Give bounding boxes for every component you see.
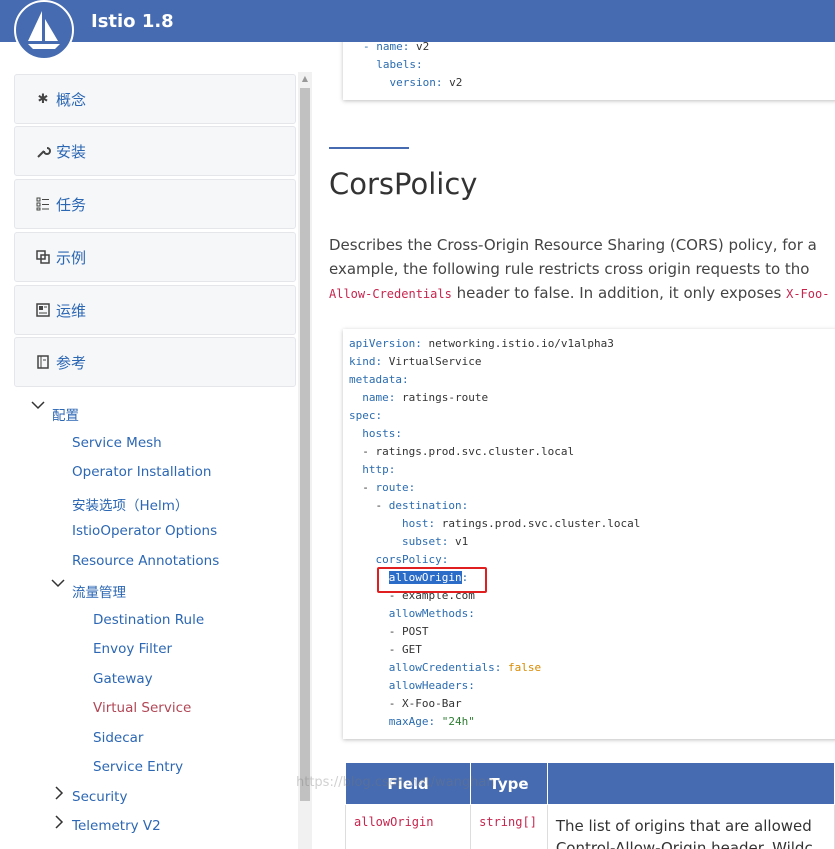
code-line: allowMethods: bbox=[388, 607, 475, 620]
tree-item-destination-rule[interactable]: Destination Rule bbox=[93, 612, 204, 628]
sidebar-item-ops[interactable]: 运维 bbox=[14, 285, 296, 335]
highlight-annotation-box bbox=[377, 567, 487, 593]
top-header: Istio 1.8 bbox=[0, 0, 835, 42]
inline-code: Allow-Credentials bbox=[329, 287, 452, 301]
code-line: maxAge: "24h" bbox=[388, 715, 475, 728]
sidebar-item-label: 安装 bbox=[56, 142, 87, 161]
tree-item-security[interactable]: Security bbox=[72, 789, 127, 805]
description-line-2: example, the following rule restricts cr… bbox=[329, 260, 810, 278]
chevron-down-icon[interactable] bbox=[51, 577, 65, 591]
sidebar-item-examples[interactable]: 示例 bbox=[14, 232, 296, 282]
wrench-icon bbox=[35, 143, 51, 159]
code-line: kind: VirtualService bbox=[349, 355, 482, 368]
sidebar-item-reference[interactable]: 参考 bbox=[14, 337, 296, 387]
code-line: subset: v1 bbox=[401, 535, 469, 548]
sidebar-item-label: 概念 bbox=[56, 90, 87, 109]
dashboard-icon bbox=[35, 302, 51, 318]
code-line: hosts: bbox=[362, 427, 402, 440]
tree-item-gateway[interactable]: Gateway bbox=[93, 671, 153, 687]
tree-item-config[interactable]: 配置 bbox=[52, 404, 79, 424]
code-line: metadata: bbox=[349, 373, 409, 386]
top-code-block[interactable]: - name: v2 labels: version: v2 bbox=[343, 42, 835, 100]
main-content: - name: v2 labels: version: v2 CorsPolic… bbox=[315, 42, 835, 849]
sidebar-item-label: 参考 bbox=[56, 353, 87, 372]
section-title: CorsPolicy bbox=[329, 167, 478, 201]
description-line-3: Allow-Credentials header to false. In ad… bbox=[329, 284, 830, 302]
description-line-1: Describes the Cross-Origin Resource Shar… bbox=[329, 236, 817, 254]
code-line: - GET bbox=[388, 643, 422, 656]
sidebar: ✱ 概念 安装 任务 示例 运维 参考 ▲ 配置 Service Mesh Op… bbox=[0, 42, 315, 849]
sidebar-item-label: 任务 bbox=[56, 195, 87, 214]
tree-item-service-mesh[interactable]: Service Mesh bbox=[72, 435, 162, 451]
sidebar-item-tasks[interactable]: 任务 bbox=[14, 179, 296, 229]
code-line: - X-Foo-Bar bbox=[388, 697, 462, 710]
sidebar-item-setup[interactable]: 安装 bbox=[14, 126, 296, 176]
code-line: host: ratings.prod.svc.cluster.local bbox=[401, 517, 641, 530]
code-line: http: bbox=[362, 463, 396, 476]
tree-item-helm-options[interactable]: 安装选项（Helm） bbox=[72, 494, 188, 514]
code-line: spec: bbox=[349, 409, 383, 422]
site-title[interactable]: Istio 1.8 bbox=[91, 11, 174, 32]
field-name-cell: allowOrigin bbox=[344, 804, 472, 849]
copy-icon bbox=[35, 249, 51, 265]
code-line: allowHeaders: bbox=[388, 679, 475, 692]
field-type-cell: string[] bbox=[470, 804, 548, 849]
tree-item-traffic-management[interactable]: 流量管理 bbox=[72, 581, 126, 601]
chevron-right-icon[interactable] bbox=[54, 815, 64, 832]
column-header-description bbox=[546, 762, 835, 805]
inline-code: X-Foo- bbox=[786, 287, 830, 301]
yaml-code-block[interactable]: apiVersion: networking.istio.io/v1alpha3… bbox=[343, 329, 835, 739]
code-line: name: ratings-route bbox=[362, 391, 489, 404]
code-line: - POST bbox=[388, 625, 429, 638]
list-icon bbox=[35, 196, 51, 212]
code-line: - ratings.prod.svc.cluster.local bbox=[362, 445, 575, 458]
tree-item-resource-annotations[interactable]: Resource Annotations bbox=[72, 553, 219, 569]
tree-item-envoy-filter[interactable]: Envoy Filter bbox=[93, 641, 172, 657]
code-line: apiVersion: networking.istio.io/v1alpha3 bbox=[349, 337, 614, 350]
tree-item-istiooperator-options[interactable]: IstioOperator Options bbox=[72, 523, 217, 539]
gear-icon: ✱ bbox=[37, 91, 49, 107]
sailboat-icon bbox=[28, 11, 60, 49]
scroll-up-arrow-icon[interactable]: ▲ bbox=[298, 72, 312, 86]
code-line: corsPolicy: bbox=[375, 553, 449, 566]
sidebar-scrollbar[interactable]: ▲ bbox=[298, 72, 312, 849]
book-icon bbox=[35, 354, 51, 370]
field-description-cell: The list of origins that are allowed Con… bbox=[546, 804, 835, 849]
sidebar-item-label: 运维 bbox=[56, 301, 87, 320]
chevron-down-icon[interactable] bbox=[31, 399, 45, 413]
code-line: - destination: bbox=[375, 499, 469, 512]
watermark-text: https://blog.csdn.net/wanghan bbox=[296, 775, 495, 790]
tree-item-sidecar[interactable]: Sidecar bbox=[93, 730, 143, 746]
sidebar-item-concepts[interactable]: ✱ 概念 bbox=[14, 74, 296, 124]
istio-logo[interactable] bbox=[14, 0, 74, 60]
tree-item-service-entry[interactable]: Service Entry bbox=[93, 759, 183, 775]
section-divider bbox=[329, 147, 409, 149]
table-row: allowOrigin string[] The list of origins… bbox=[344, 804, 835, 849]
tree-item-telemetry-v2[interactable]: Telemetry V2 bbox=[72, 818, 161, 834]
sidebar-item-label: 示例 bbox=[56, 248, 87, 267]
scrollbar-thumb[interactable] bbox=[300, 88, 310, 801]
tree-item-virtual-service[interactable]: Virtual Service bbox=[93, 700, 191, 716]
code-line: - route: bbox=[362, 481, 416, 494]
code-line: allowCredentials: false bbox=[388, 661, 542, 674]
tree-item-operator-installation[interactable]: Operator Installation bbox=[72, 464, 212, 480]
chevron-right-icon[interactable] bbox=[54, 786, 64, 803]
